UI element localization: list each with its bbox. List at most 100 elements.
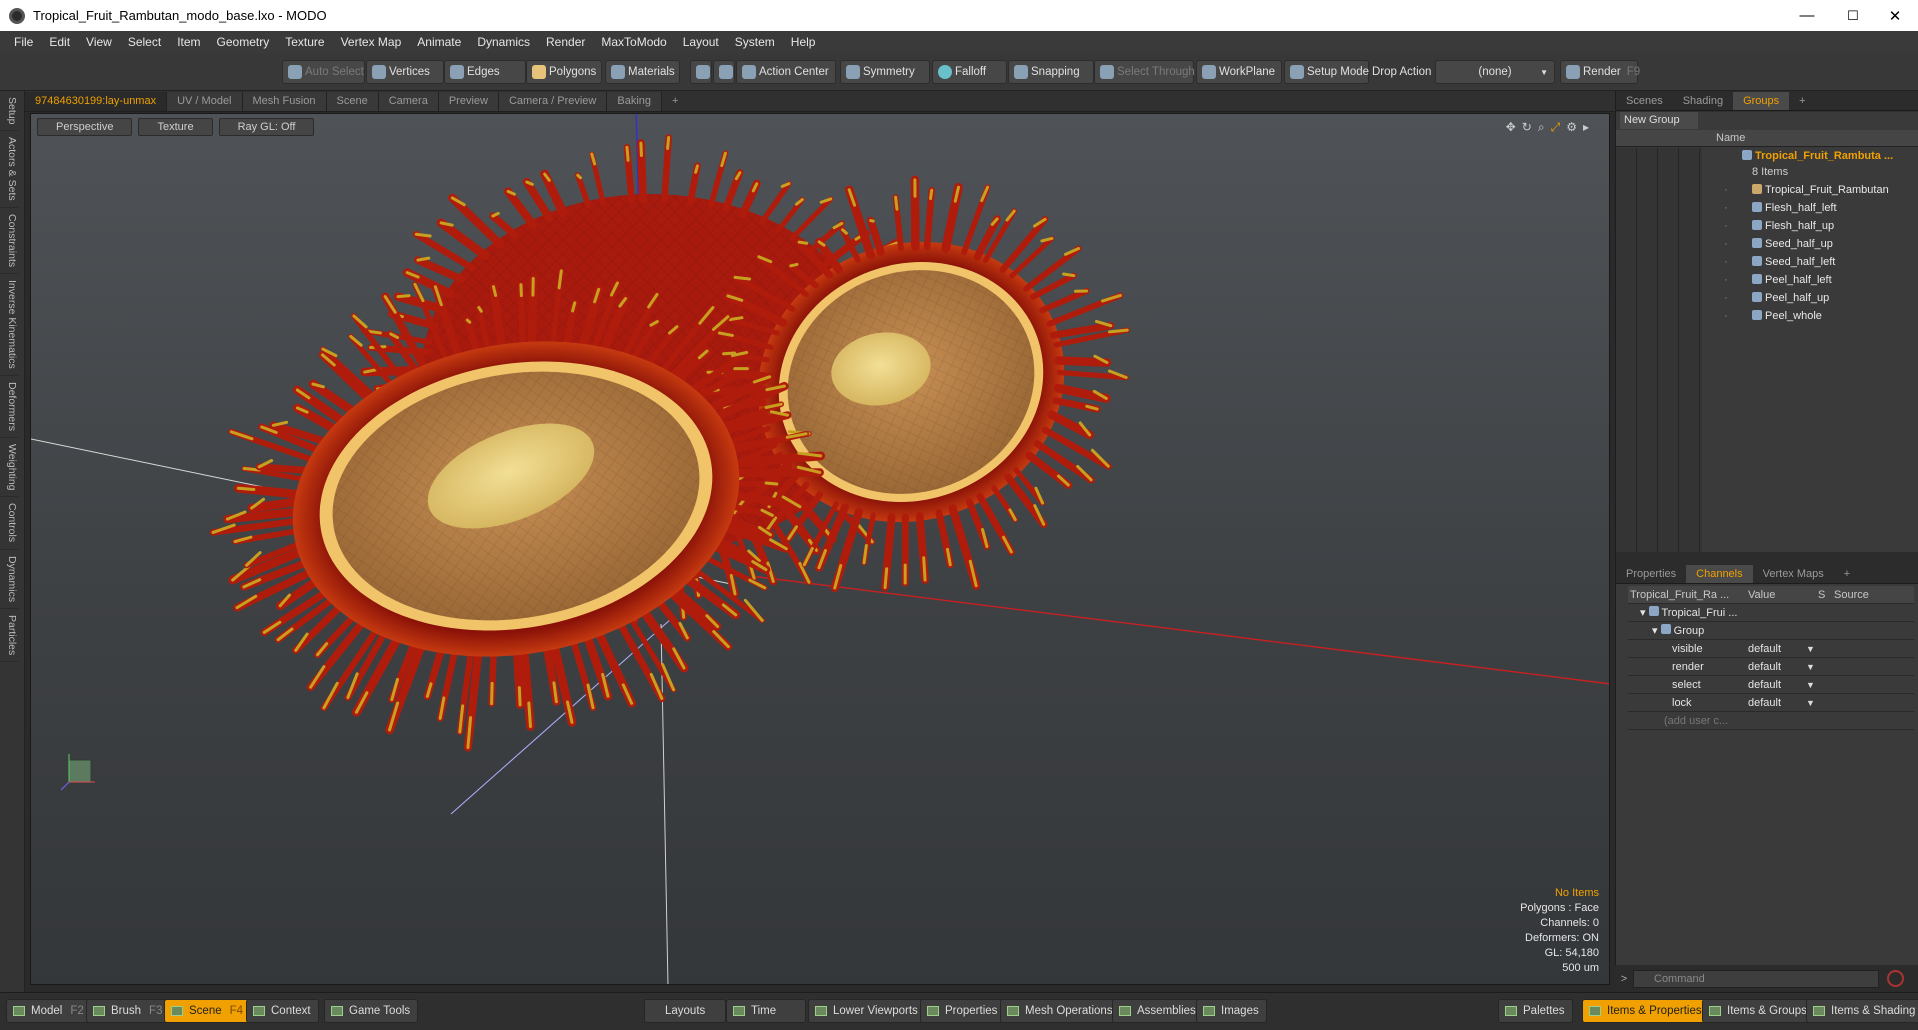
tab-uv-model[interactable]: UV / Model: [167, 91, 243, 111]
side-tab-inverse-kinematics[interactable]: Inverse Kinematics: [0, 274, 18, 376]
tab-scenes[interactable]: Scenes: [1616, 92, 1673, 110]
vertices-button[interactable]: Vertices: [366, 60, 444, 84]
scene-layout-button[interactable]: Scene F4: [164, 999, 252, 1023]
group-item[interactable]: · Peel_half_left: [1616, 271, 1918, 289]
tab-channels[interactable]: Channels: [1686, 564, 1753, 583]
layouts-button[interactable]: Layouts: [644, 999, 726, 1023]
tab-mesh-fusion[interactable]: Mesh Fusion: [242, 91, 327, 111]
group-item[interactable]: · Peel_whole: [1616, 307, 1918, 325]
edges-button[interactable]: Edges: [444, 60, 526, 84]
render-button[interactable]: Render F9: [1560, 60, 1640, 84]
group-item[interactable]: · Flesh_half_up: [1616, 217, 1918, 235]
minimize-button[interactable]: —: [1784, 0, 1830, 31]
menu-help[interactable]: Help: [783, 35, 824, 49]
group-item[interactable]: · Peel_half_up: [1616, 289, 1918, 307]
items-groups-button[interactable]: Items & Groups: [1702, 999, 1815, 1023]
tab-camera-preview[interactable]: Camera / Preview: [498, 91, 608, 111]
channel-group[interactable]: ▾ Group: [1628, 622, 1914, 640]
materials-button[interactable]: Materials: [605, 60, 680, 84]
chevron-down-icon[interactable]: ▼: [1806, 694, 1815, 712]
context-layout-button[interactable]: Context: [246, 999, 319, 1023]
channel-row-select[interactable]: select default ▼: [1628, 676, 1914, 694]
auto-select-button[interactable]: Auto Select: [282, 60, 365, 84]
action-center-button[interactable]: Action Center: [736, 60, 836, 84]
items-properties-button[interactable]: Items & Properties: [1582, 999, 1710, 1023]
model-layout-button[interactable]: Model F2: [6, 999, 92, 1023]
tab-scene[interactable]: Scene: [326, 91, 379, 111]
assemblies-button[interactable]: Assemblies: [1112, 999, 1204, 1023]
add-tab-button[interactable]: +: [662, 92, 688, 111]
group-item[interactable]: · Flesh_half_left: [1616, 199, 1918, 217]
maximize-viewport-icon[interactable]: ⤢: [1551, 120, 1567, 134]
menu-view[interactable]: View: [78, 35, 120, 49]
brush-layout-button[interactable]: Brush F3: [86, 999, 171, 1023]
setup-mode-button[interactable]: Setup Mode: [1284, 60, 1369, 84]
pan-icon[interactable]: ✥: [1506, 120, 1522, 134]
close-button[interactable]: ✕: [1872, 0, 1918, 31]
channel-row-render[interactable]: render default ▼: [1628, 658, 1914, 676]
add-panel-tab[interactable]: +: [1834, 565, 1860, 583]
maximize-button[interactable]: ☐: [1830, 0, 1876, 31]
shading-dropdown[interactable]: Texture: [138, 118, 213, 136]
tab-groups[interactable]: Groups: [1733, 91, 1790, 110]
menu-animate[interactable]: Animate: [409, 35, 469, 49]
view-mode-dropdown[interactable]: Perspective: [37, 118, 133, 136]
workplane-button[interactable]: WorkPlane: [1196, 60, 1282, 84]
rotate-icon[interactable]: ↻: [1522, 120, 1538, 134]
new-group-button[interactable]: New Group: [1620, 112, 1698, 129]
side-tab-weighting[interactable]: Weighting: [0, 438, 18, 498]
menu-select[interactable]: Select: [120, 35, 169, 49]
menu-vertex-map[interactable]: Vertex Map: [333, 35, 410, 49]
tab-vertex-maps[interactable]: Vertex Maps: [1753, 565, 1834, 583]
time-button[interactable]: Time: [726, 999, 806, 1023]
group-item[interactable]: · Seed_half_up: [1616, 235, 1918, 253]
raygl-toggle[interactable]: Ray GL: Off: [218, 118, 315, 136]
game-tools-layout-button[interactable]: Game Tools: [324, 999, 419, 1023]
add-user-channel[interactable]: (add user c...: [1628, 712, 1914, 730]
lower-viewports-button[interactable]: Lower Viewports: [808, 999, 926, 1023]
group-row[interactable]: Tropical_Fruit_Rambuta ...: [1616, 147, 1918, 165]
palettes-button[interactable]: Palettes: [1498, 999, 1573, 1023]
menu-render[interactable]: Render: [538, 35, 593, 49]
side-tab-deformers[interactable]: Deformers: [0, 376, 18, 438]
side-tab-controls[interactable]: Controls: [0, 497, 18, 550]
add-panel-tab[interactable]: +: [1789, 92, 1815, 110]
menu-geometry[interactable]: Geometry: [209, 35, 278, 49]
channel-row-visible[interactable]: visible default ▼: [1628, 640, 1914, 658]
properties-button[interactable]: Properties: [920, 999, 1006, 1023]
menu-dynamics[interactable]: Dynamics: [469, 35, 538, 49]
side-tab-actors-sets[interactable]: Actors & Sets: [0, 131, 18, 209]
3d-viewport[interactable]: Perspective Texture Ray GL: Off ✥↻⌕⤢⚙▸ N…: [30, 113, 1610, 985]
menu-file[interactable]: File: [6, 35, 41, 49]
channel-row-lock[interactable]: lock default ▼: [1628, 694, 1914, 712]
tab-baking[interactable]: Baking: [607, 91, 663, 111]
group-item[interactable]: · Tropical_Fruit_Rambutan: [1616, 181, 1918, 199]
channel-root[interactable]: ▾ Tropical_Frui ...: [1628, 604, 1914, 622]
side-tab-particles[interactable]: Particles: [0, 609, 18, 662]
tab-properties[interactable]: Properties: [1616, 565, 1686, 583]
command-input[interactable]: Command: [1633, 969, 1879, 988]
falloff-button[interactable]: Falloff: [932, 60, 1007, 84]
menu-system[interactable]: System: [727, 35, 783, 49]
menu-texture[interactable]: Texture: [277, 35, 332, 49]
snapping-button[interactable]: Snapping: [1008, 60, 1094, 84]
tab-layout-unmax[interactable]: 97484630199:lay-unmax: [25, 91, 168, 111]
expand-arrow-icon[interactable]: ▸: [1583, 120, 1595, 134]
tab-camera[interactable]: Camera: [378, 91, 439, 111]
symmetry-button[interactable]: Symmetry: [840, 60, 930, 84]
chevron-down-icon[interactable]: ▼: [1806, 640, 1815, 658]
menu-edit[interactable]: Edit: [41, 35, 78, 49]
tab-shading[interactable]: Shading: [1673, 92, 1733, 110]
zoom-icon[interactable]: ⌕: [1538, 120, 1551, 134]
mesh-operations-button[interactable]: Mesh Operations: [1000, 999, 1121, 1023]
chevron-down-icon[interactable]: ▼: [1806, 676, 1815, 694]
drop-action-select[interactable]: (none) ▼: [1435, 60, 1555, 84]
items-shading-button[interactable]: Items & Shading: [1806, 999, 1918, 1023]
polygons-button[interactable]: Polygons: [526, 60, 602, 84]
menu-layout[interactable]: Layout: [675, 35, 727, 49]
menu-item[interactable]: Item: [169, 35, 208, 49]
select-mode2-icon-button[interactable]: [713, 60, 735, 84]
images-button[interactable]: Images: [1196, 999, 1267, 1023]
side-tab-dynamics[interactable]: Dynamics: [0, 550, 18, 609]
settings-gear-icon[interactable]: ⚙: [1566, 120, 1583, 134]
